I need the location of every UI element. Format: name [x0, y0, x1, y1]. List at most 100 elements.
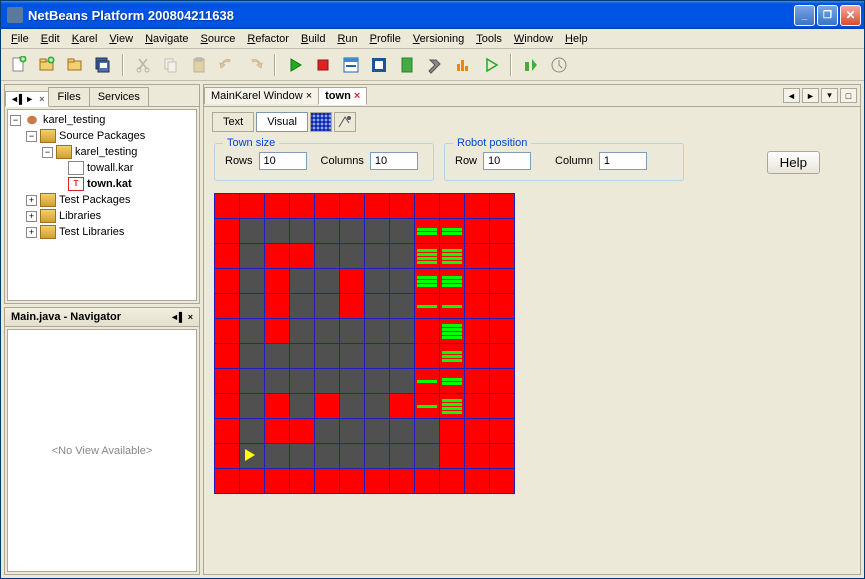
- grid-cell[interactable]: [415, 294, 439, 318]
- grid-cell[interactable]: [440, 244, 464, 268]
- grid-cell[interactable]: [365, 244, 389, 268]
- grid-cell[interactable]: [290, 219, 314, 243]
- cols-input[interactable]: [370, 152, 418, 170]
- tree-test-libraries[interactable]: +Test Libraries: [10, 224, 194, 240]
- grid-cell[interactable]: [290, 269, 314, 293]
- grid-cell[interactable]: [240, 319, 264, 343]
- grid-cell[interactable]: [440, 444, 464, 468]
- view-design-icon[interactable]: [334, 112, 356, 132]
- grid-cell[interactable]: [390, 469, 414, 493]
- grid-cell[interactable]: [240, 244, 264, 268]
- undo-button[interactable]: [215, 53, 239, 77]
- grid-cell[interactable]: [465, 219, 489, 243]
- grid-cell[interactable]: [315, 319, 339, 343]
- grid-cell[interactable]: [315, 344, 339, 368]
- grid-cell[interactable]: [315, 469, 339, 493]
- tree-file-town[interactable]: Ttown.kat: [10, 176, 194, 192]
- grid-cell[interactable]: [215, 319, 239, 343]
- tree-test-packages[interactable]: +Test Packages: [10, 192, 194, 208]
- debug-play-button[interactable]: [479, 53, 503, 77]
- project-tree[interactable]: −karel_testing −Source Packages −karel_t…: [7, 109, 197, 301]
- grid-cell[interactable]: [265, 294, 289, 318]
- grid-cell[interactable]: [465, 269, 489, 293]
- grid-cell[interactable]: [215, 219, 239, 243]
- grid-cell[interactable]: [315, 219, 339, 243]
- grid-cell[interactable]: [490, 194, 514, 218]
- memory-button[interactable]: [547, 53, 571, 77]
- grid-cell[interactable]: [340, 419, 364, 443]
- grid-cell[interactable]: [315, 269, 339, 293]
- grid-cell[interactable]: [265, 344, 289, 368]
- grid-cell[interactable]: [490, 269, 514, 293]
- grid-cell[interactable]: [390, 194, 414, 218]
- grid-cell[interactable]: [490, 469, 514, 493]
- grid-cell[interactable]: [240, 444, 264, 468]
- grid-cell[interactable]: [240, 369, 264, 393]
- grid-cell[interactable]: [465, 419, 489, 443]
- menu-refactor[interactable]: Refactor: [241, 31, 295, 47]
- grid-cell[interactable]: [465, 194, 489, 218]
- nav-dropdown-button[interactable]: ▾: [821, 88, 838, 103]
- grid-cell[interactable]: [240, 294, 264, 318]
- grid-cell[interactable]: [215, 444, 239, 468]
- grid-cell[interactable]: [290, 244, 314, 268]
- profile-button[interactable]: [451, 53, 475, 77]
- grid-cell[interactable]: [340, 319, 364, 343]
- grid-cell[interactable]: [415, 219, 439, 243]
- grid-cell[interactable]: [465, 244, 489, 268]
- grid-cell[interactable]: [315, 369, 339, 393]
- grid-cell[interactable]: [240, 219, 264, 243]
- grid-cell[interactable]: [390, 244, 414, 268]
- grid-cell[interactable]: [440, 394, 464, 418]
- grid-cell[interactable]: [290, 394, 314, 418]
- grid-cell[interactable]: [390, 394, 414, 418]
- debug-button[interactable]: [339, 53, 363, 77]
- grid-cell[interactable]: [265, 469, 289, 493]
- grid-cell[interactable]: [415, 419, 439, 443]
- grid-cell[interactable]: [315, 294, 339, 318]
- menu-view[interactable]: View: [103, 31, 139, 47]
- nav-fwd-button[interactable]: ►: [802, 88, 819, 103]
- grid-cell[interactable]: [340, 244, 364, 268]
- grid-cell[interactable]: [390, 319, 414, 343]
- menu-profile[interactable]: Profile: [364, 31, 407, 47]
- cut-button[interactable]: [131, 53, 155, 77]
- paste-button[interactable]: [187, 53, 211, 77]
- town-grid[interactable]: [214, 193, 515, 494]
- grid-cell[interactable]: [415, 344, 439, 368]
- grid-cell[interactable]: [440, 469, 464, 493]
- help-button[interactable]: Help: [767, 151, 820, 174]
- tree-libraries[interactable]: +Libraries: [10, 208, 194, 224]
- grid-cell[interactable]: [240, 419, 264, 443]
- grid-cell[interactable]: [215, 394, 239, 418]
- grid-cell[interactable]: [215, 269, 239, 293]
- grid-cell[interactable]: [215, 194, 239, 218]
- grid-cell[interactable]: [490, 419, 514, 443]
- grid-cell[interactable]: [390, 269, 414, 293]
- rows-input[interactable]: [259, 152, 307, 170]
- grid-cell[interactable]: [490, 444, 514, 468]
- grid-cell[interactable]: [340, 219, 364, 243]
- grid-cell[interactable]: [415, 444, 439, 468]
- grid-cell[interactable]: [240, 394, 264, 418]
- new-file-button[interactable]: [7, 53, 31, 77]
- grid-cell[interactable]: [415, 194, 439, 218]
- tree-src-packages[interactable]: −Source Packages: [10, 128, 194, 144]
- grid-cell[interactable]: [315, 394, 339, 418]
- grid-cell[interactable]: [465, 344, 489, 368]
- grid-cell[interactable]: [440, 194, 464, 218]
- grid-cell[interactable]: [390, 344, 414, 368]
- grid-cell[interactable]: [215, 469, 239, 493]
- nav-back-button[interactable]: ◄: [783, 88, 800, 103]
- grid-cell[interactable]: [265, 269, 289, 293]
- grid-cell[interactable]: [215, 369, 239, 393]
- tree-package[interactable]: −karel_testing: [10, 144, 194, 160]
- grid-cell[interactable]: [240, 269, 264, 293]
- grid-cell[interactable]: [390, 219, 414, 243]
- menu-run[interactable]: Run: [331, 31, 363, 47]
- grid-cell[interactable]: [340, 294, 364, 318]
- grid-cell[interactable]: [390, 419, 414, 443]
- grid-cell[interactable]: [290, 369, 314, 393]
- grid-cell[interactable]: [490, 219, 514, 243]
- grid-cell[interactable]: [365, 294, 389, 318]
